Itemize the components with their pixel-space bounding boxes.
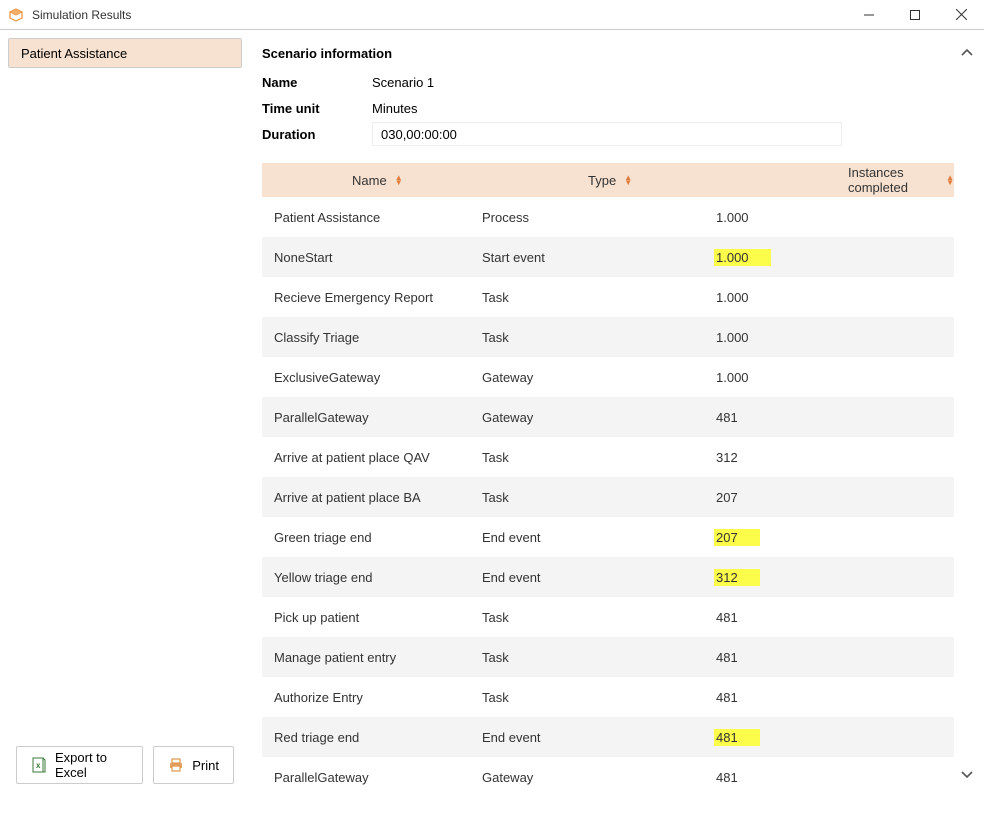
excel-icon: x [31, 757, 47, 773]
cell-instances: 481 [714, 410, 954, 425]
cell-type: End event [482, 530, 714, 545]
table-row: ParallelGatewayGateway481 [262, 397, 954, 437]
cell-instances: 1.000 [714, 250, 954, 265]
cell-instances: 481 [714, 690, 954, 705]
table-row: Arrive at patient place QAVTask312 [262, 437, 954, 477]
th-type[interactable]: Type ▲▼ [482, 173, 714, 188]
app-icon [8, 7, 24, 23]
th-instances[interactable]: Instances completed ▲▼ [714, 165, 954, 195]
duration-value[interactable]: 030,00:00:00 [372, 122, 842, 146]
cell-name: Pick up patient [262, 610, 482, 625]
cell-name: Patient Assistance [262, 210, 482, 225]
cell-name: Red triage end [262, 730, 482, 745]
cell-type: End event [482, 730, 714, 745]
sidebar-item-label: Patient Assistance [21, 46, 127, 61]
cell-name: ParallelGateway [262, 410, 482, 425]
cell-type: Task [482, 650, 714, 665]
scroll-down-icon[interactable] [958, 767, 976, 784]
cell-type: Task [482, 610, 714, 625]
table-row: Arrive at patient place BATask207 [262, 477, 954, 517]
cell-type: Process [482, 210, 714, 225]
cell-type: Start event [482, 250, 714, 265]
cell-name: ParallelGateway [262, 770, 482, 785]
cell-type: Task [482, 450, 714, 465]
cell-type: End event [482, 570, 714, 585]
cell-name: Classify Triage [262, 330, 482, 345]
sort-icon: ▲▼ [946, 175, 954, 185]
cell-type: Task [482, 490, 714, 505]
cell-name: Arrive at patient place BA [262, 490, 482, 505]
table-row: Red triage endEnd event481 [262, 717, 954, 757]
export-excel-button[interactable]: x Export to Excel [16, 746, 143, 784]
table-row: Manage patient entryTask481 [262, 637, 954, 677]
vertical-scrollbar[interactable] [958, 38, 976, 792]
cell-instances: 312 [714, 570, 954, 585]
timeunit-label: Time unit [262, 101, 372, 116]
window-controls [846, 0, 984, 29]
sidebar-item[interactable]: Patient Assistance [9, 39, 241, 67]
cell-name: Recieve Emergency Report [262, 290, 482, 305]
name-label: Name [262, 75, 372, 90]
export-label: Export to Excel [55, 750, 128, 780]
table-header: Name ▲▼ Type ▲▼ Instances completed ▲▼ [262, 163, 954, 197]
cell-type: Task [482, 290, 714, 305]
cell-name: Authorize Entry [262, 690, 482, 705]
table-row: NoneStartStart event1.000 [262, 237, 954, 277]
print-label: Print [192, 758, 219, 773]
table-row: Patient AssistanceProcess1.000 [262, 197, 954, 237]
cell-instances: 312 [714, 450, 954, 465]
cell-instances: 481 [714, 650, 954, 665]
cell-instances: 1.000 [714, 210, 954, 225]
footer-buttons: x Export to Excel Print [8, 738, 242, 792]
cell-name: Arrive at patient place QAV [262, 450, 482, 465]
cell-type: Gateway [482, 410, 714, 425]
duration-label: Duration [262, 127, 372, 142]
cell-instances: 481 [714, 610, 954, 625]
cell-instances: 1.000 [714, 330, 954, 345]
cell-instances: 207 [714, 530, 954, 545]
print-icon [168, 757, 184, 773]
table-row: Pick up patientTask481 [262, 597, 954, 637]
cell-type: Gateway [482, 370, 714, 385]
cell-name: Yellow triage end [262, 570, 482, 585]
cell-name: ExclusiveGateway [262, 370, 482, 385]
main-content: Scenario information Name Scenario 1 Tim… [242, 38, 958, 792]
table-row: ExclusiveGatewayGateway1.000 [262, 357, 954, 397]
sidebar: Patient Assistance [8, 38, 242, 68]
th-name[interactable]: Name ▲▼ [262, 173, 482, 188]
sort-icon: ▲▼ [395, 175, 403, 185]
cell-instances: 481 [714, 770, 954, 785]
scroll-up-icon[interactable] [958, 46, 976, 63]
print-button[interactable]: Print [153, 746, 234, 784]
timeunit-value: Minutes [372, 101, 418, 116]
cell-instances: 207 [714, 490, 954, 505]
cell-type: Gateway [482, 770, 714, 785]
titlebar: Simulation Results [0, 0, 984, 30]
cell-type: Task [482, 690, 714, 705]
cell-instances: 1.000 [714, 290, 954, 305]
cell-instances: 1.000 [714, 370, 954, 385]
table-row: Yellow triage endEnd event312 [262, 557, 954, 597]
cell-name: Green triage end [262, 530, 482, 545]
svg-text:x: x [36, 761, 41, 770]
table-row: Green triage endEnd event207 [262, 517, 954, 557]
table-row: ParallelGatewayGateway481 [262, 757, 954, 797]
window-title: Simulation Results [32, 8, 846, 22]
minimize-button[interactable] [846, 0, 892, 29]
maximize-button[interactable] [892, 0, 938, 29]
results-table: Name ▲▼ Type ▲▼ Instances completed ▲▼ P… [262, 163, 954, 797]
table-row: Recieve Emergency ReportTask1.000 [262, 277, 954, 317]
cell-instances: 481 [714, 730, 954, 745]
cell-name: NoneStart [262, 250, 482, 265]
cell-name: Manage patient entry [262, 650, 482, 665]
close-button[interactable] [938, 0, 984, 29]
table-row: Classify TriageTask1.000 [262, 317, 954, 357]
cell-type: Task [482, 330, 714, 345]
table-row: Authorize EntryTask481 [262, 677, 954, 717]
name-value: Scenario 1 [372, 75, 434, 90]
sort-icon: ▲▼ [624, 175, 632, 185]
scenario-header: Scenario information [262, 46, 954, 61]
